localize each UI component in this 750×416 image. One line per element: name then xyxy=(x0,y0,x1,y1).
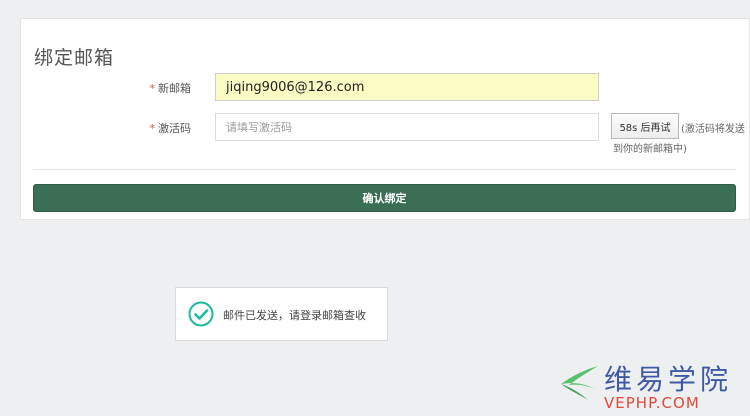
confirm-bind-button[interactable]: 确认绑定 xyxy=(33,184,736,212)
required-mark: * xyxy=(149,122,156,135)
email-input[interactable] xyxy=(215,73,599,101)
watermark-logo: 维易学院 VEPHP.COM xyxy=(558,358,748,414)
check-circle-icon xyxy=(188,301,214,327)
toast-message: 邮件已发送，请登录邮箱查收 xyxy=(223,309,366,322)
email-label-text: 新邮箱 xyxy=(158,82,191,95)
code-label-text: 激活码 xyxy=(158,122,191,135)
resend-code-button[interactable]: 58s 后再试 xyxy=(611,113,679,139)
watermark-en-text: VEPHP.COM xyxy=(604,394,700,412)
bind-email-card: 绑定邮箱 *新邮箱 *激活码 58s 后再试 (激活码将发送 到你的新邮箱中) … xyxy=(20,18,750,220)
email-label: * 新邮箱 xyxy=(21,80,192,96)
code-label: * 激活码 xyxy=(21,120,192,136)
arrow-logo-icon xyxy=(561,366,598,400)
page-title: 绑定邮箱 xyxy=(34,47,115,69)
code-hint-line2: 到你的新邮箱中) xyxy=(613,144,687,155)
watermark-cn-text: 维易学院 xyxy=(604,363,733,396)
divider xyxy=(33,169,736,170)
required-mark: * xyxy=(149,82,156,95)
activation-code-input[interactable] xyxy=(215,113,599,141)
code-hint-line1: (激活码将发送 xyxy=(681,124,745,135)
success-toast: 邮件已发送，请登录邮箱查收 xyxy=(175,287,388,341)
